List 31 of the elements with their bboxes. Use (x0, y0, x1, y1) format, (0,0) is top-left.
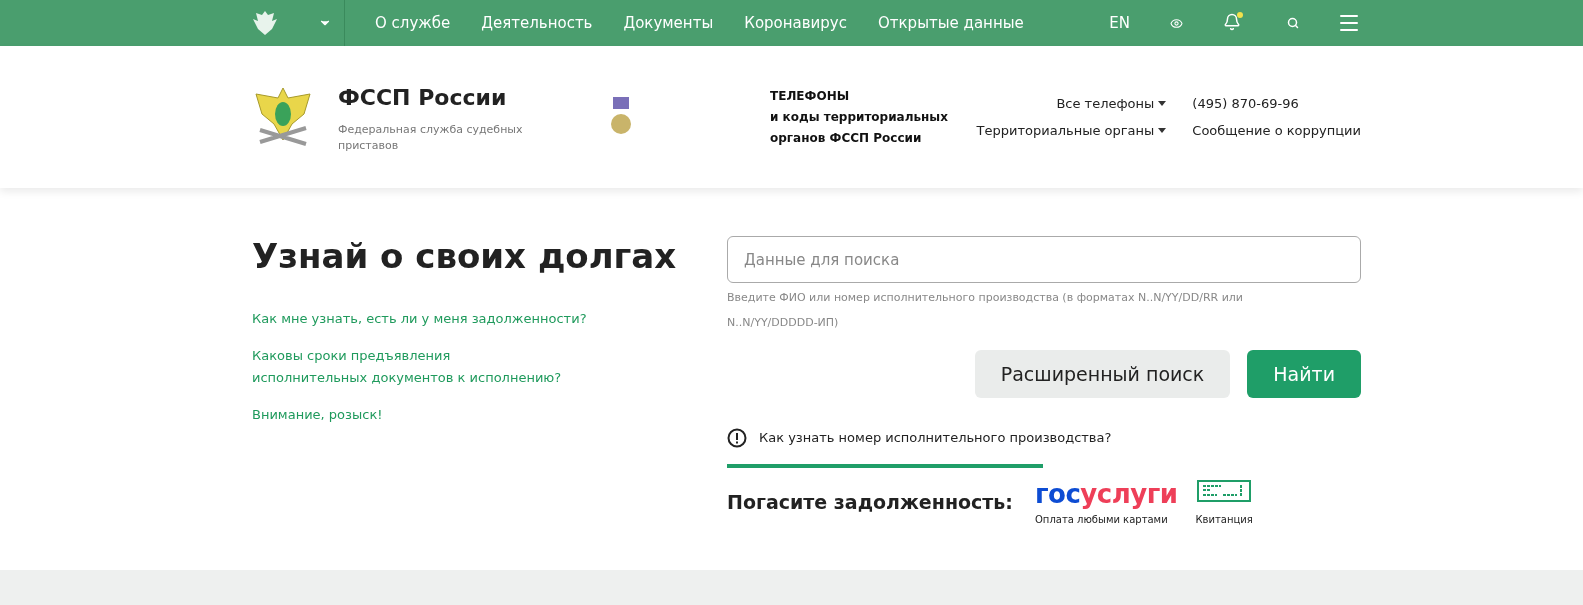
dropdown-button[interactable]: Все телефоны (1056, 93, 1167, 113)
help-link[interactable]: Как узнать номер исполнительного производства? (759, 428, 1112, 448)
eye-icon[interactable] (1170, 16, 1183, 30)
corruption-link[interactable]: Сообщение о коррупции (1192, 121, 1361, 141)
receipt-link[interactable]: Квитанция (1195, 480, 1253, 527)
advanced-search-button[interactable]: Расширенный поиск (974, 350, 1231, 398)
exclamation-icon (727, 428, 747, 448)
pay-label: Погасите задолженность: (727, 490, 1013, 515)
gosuslugi-logo: госуслуги (1034, 480, 1178, 508)
caret-icon (1158, 128, 1167, 134)
gosuslugi-link[interactable]: госуслуги Оплата любыми картами (1034, 480, 1178, 527)
search-icon[interactable] (1287, 17, 1299, 29)
gosuslugi-caption: Оплата любыми картами (1034, 513, 1168, 527)
medal-icon (610, 97, 632, 137)
site-title[interactable]: ФССП России (338, 80, 538, 114)
search-field[interactable]: Данные для поиска (727, 236, 1361, 283)
search-hint: Введите ФИО или номер исполнительного производства (в форматах N..N/YY/DD/RR или N..N/YY/DDDDD-ИП) (727, 290, 1244, 331)
phones-heading[interactable]: ТЕЛЕФОНЫ (770, 85, 948, 107)
receipt-icon (1197, 480, 1252, 502)
emblem-icon[interactable] (252, 9, 278, 37)
phone-link[interactable]: (495) 870-69-96 (1192, 93, 1361, 113)
phones-heading[interactable]: и коды территориальных (770, 106, 948, 128)
dropdown-button[interactable]: Территориальные органы (976, 121, 1167, 141)
faq-link[interactable]: Каковы сроки предъявления исполнительных документов к исполнению? (252, 345, 727, 389)
faq-link[interactable]: Внимание, розыск! (252, 404, 727, 426)
receipt-caption: Квитанция (1195, 513, 1253, 527)
site-subtitle: Федеральная служба судебных приставов (338, 121, 524, 154)
caret-icon (1158, 100, 1167, 106)
page-heading: Узнай о своих долгах (252, 236, 678, 276)
faq-link[interactable]: Как мне узнать, есть ли у меня задолженности? (252, 308, 727, 330)
phones-heading[interactable]: органов ФССП России (770, 127, 948, 149)
